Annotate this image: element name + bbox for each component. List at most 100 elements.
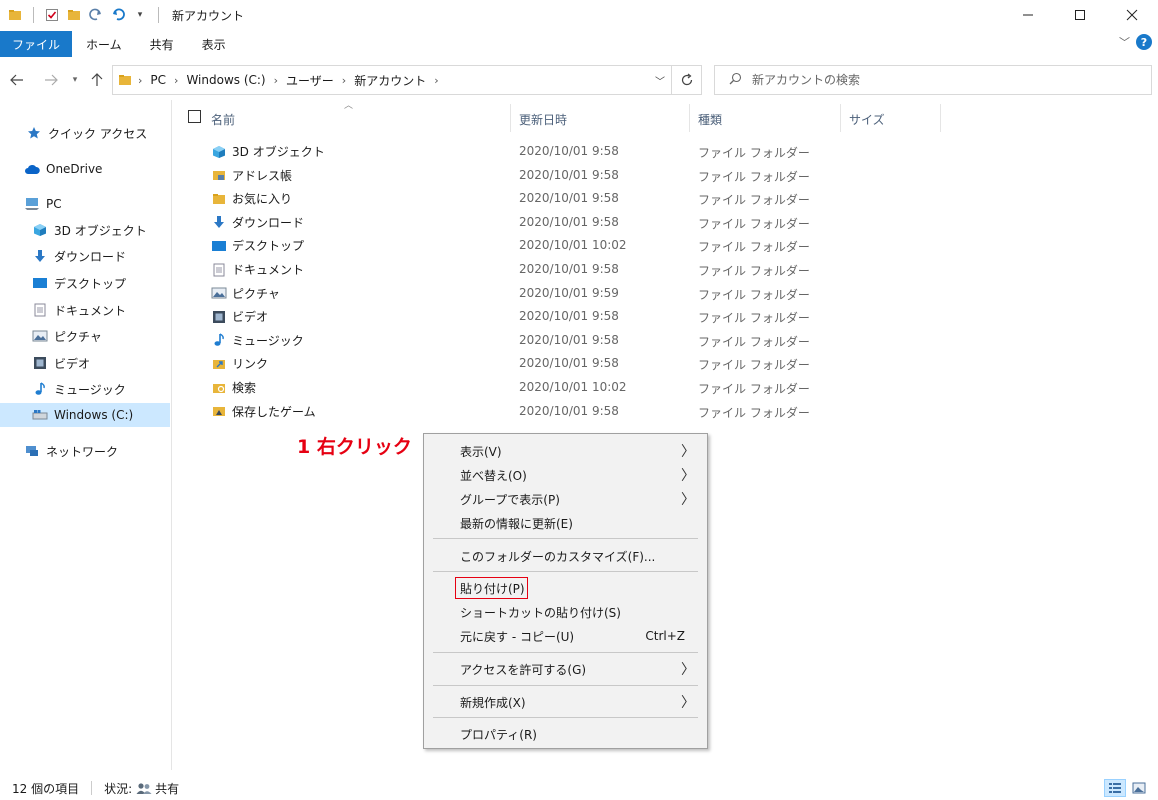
- menu-item-undo[interactable]: 元に戻す - コピー(U) Ctrl+Z: [424, 624, 707, 648]
- music-icon: [32, 381, 48, 397]
- nav-windows-c[interactable]: Windows (C:): [0, 403, 170, 427]
- table-row[interactable]: ピクチャ 2020/10/01 9:59 ファイル フォルダー: [211, 282, 811, 305]
- 3d-objects-icon: [32, 222, 48, 238]
- customize-toolbar-icon[interactable]: ▾: [131, 6, 149, 24]
- nav-pictures[interactable]: ピクチャ: [32, 324, 102, 348]
- file-date: 2020/10/01 9:58: [519, 144, 619, 158]
- music-icon: [211, 332, 227, 348]
- recent-locations-icon[interactable]: ▾: [66, 70, 84, 90]
- column-header-size[interactable]: サイズ: [849, 106, 885, 132]
- forward-button[interactable]: [42, 70, 60, 90]
- ribbon-right-controls: ﹀ ?: [1119, 34, 1152, 50]
- menu-item-paste-shortcut[interactable]: ショートカットの貼り付け(S): [424, 600, 707, 624]
- nav-quick-access[interactable]: クイック アクセス: [26, 121, 147, 145]
- column-header-name[interactable]: 名前: [211, 106, 235, 132]
- menu-item-customize[interactable]: このフォルダーのカスタマイズ(F)...: [424, 544, 707, 568]
- nav-3d-objects[interactable]: 3D オブジェクト: [32, 218, 147, 242]
- nav-documents[interactable]: ドキュメント: [32, 298, 126, 322]
- expand-ribbon-icon[interactable]: ﹀: [1119, 34, 1130, 50]
- menu-item-give-access[interactable]: アクセスを許可する(G) 〉: [424, 657, 707, 681]
- back-button[interactable]: [8, 70, 26, 90]
- table-row[interactable]: 検索 2020/10/01 10:02 ファイル フォルダー: [211, 376, 811, 399]
- table-row[interactable]: 保存したゲーム 2020/10/01 9:58 ファイル フォルダー: [211, 400, 811, 423]
- documents-icon: [32, 302, 48, 318]
- menu-item-group[interactable]: グループで表示(P) 〉: [424, 487, 707, 511]
- desktop-icon: [211, 238, 227, 254]
- column-divider: [689, 104, 690, 132]
- table-row[interactable]: アドレス帳 2020/10/01 9:58 ファイル フォルダー: [211, 164, 811, 187]
- nav-videos[interactable]: ビデオ: [32, 351, 90, 375]
- nav-downloads[interactable]: ダウンロード: [32, 244, 126, 268]
- menu-item-label: このフォルダーのカスタマイズ(F)...: [460, 549, 656, 564]
- file-type: ファイル フォルダー: [698, 169, 810, 184]
- table-row[interactable]: デスクトップ 2020/10/01 10:02 ファイル フォルダー: [211, 234, 811, 257]
- nav-label: ミュージック: [54, 382, 126, 397]
- column-header-date[interactable]: 更新日時: [519, 106, 567, 132]
- file-name: 3D オブジェクト: [232, 145, 325, 159]
- table-row[interactable]: ビデオ 2020/10/01 9:58 ファイル フォルダー: [211, 305, 811, 328]
- properties-icon[interactable]: [43, 6, 61, 24]
- search-box[interactable]: [714, 65, 1152, 95]
- menu-item-new[interactable]: 新規作成(X) 〉: [424, 690, 707, 714]
- breadcrumb-current[interactable]: 新アカウント: [354, 72, 426, 89]
- minimize-button[interactable]: [1002, 0, 1054, 30]
- nav-network[interactable]: ネットワーク: [24, 439, 118, 463]
- contacts-icon: [211, 167, 227, 183]
- tab-share[interactable]: 共有: [136, 31, 188, 57]
- menu-item-refresh[interactable]: 最新の情報に更新(E): [424, 511, 707, 535]
- table-row[interactable]: ダウンロード 2020/10/01 9:58 ファイル フォルダー: [211, 211, 811, 234]
- maximize-button[interactable]: [1054, 0, 1106, 30]
- details-view-button[interactable]: [1104, 779, 1126, 797]
- file-date: 2020/10/01 9:58: [519, 167, 619, 182]
- file-type: ファイル フォルダー: [698, 382, 810, 396]
- redo-icon[interactable]: [87, 6, 105, 24]
- breadcrumb-drive[interactable]: Windows (C:): [186, 73, 265, 87]
- new-folder-icon[interactable]: [65, 6, 83, 24]
- select-all-checkbox[interactable]: [188, 110, 201, 123]
- file-type: ファイル フォルダー: [698, 264, 810, 278]
- breadcrumb-users[interactable]: ユーザー: [286, 72, 334, 89]
- quick-access-toolbar: ▾ 新アカウント: [0, 0, 244, 30]
- table-row[interactable]: リンク 2020/10/01 9:58 ファイル フォルダー: [211, 352, 811, 375]
- search-input[interactable]: [752, 73, 1112, 87]
- up-button[interactable]: [88, 70, 106, 90]
- file-name: デスクトップ: [232, 239, 305, 254]
- address-bar[interactable]: › PC › Windows (C:) › ユーザー › 新アカウント › ﹀: [112, 65, 672, 95]
- chevron-down-icon[interactable]: ﹀: [655, 73, 665, 88]
- close-button[interactable]: [1106, 0, 1158, 30]
- tab-view[interactable]: 表示: [188, 31, 240, 57]
- help-icon[interactable]: ?: [1136, 34, 1152, 50]
- tab-file[interactable]: ファイル: [0, 31, 73, 57]
- shared-status: 共有: [155, 781, 180, 796]
- nav-desktop[interactable]: デスクトップ: [32, 271, 126, 295]
- table-row[interactable]: 3D オブジェクト 2020/10/01 9:58 ファイル フォルダー: [211, 140, 811, 163]
- links-icon: [211, 356, 227, 372]
- table-row[interactable]: お気に入り 2020/10/01 9:58 ファイル フォルダー: [211, 187, 811, 210]
- nav-music[interactable]: ミュージック: [32, 377, 126, 401]
- large-icons-view-button[interactable]: [1128, 779, 1150, 797]
- breadcrumb-pc[interactable]: PC: [150, 73, 166, 87]
- table-row[interactable]: ドキュメント 2020/10/01 9:58 ファイル フォルダー: [211, 258, 811, 281]
- undo-icon[interactable]: [109, 6, 127, 24]
- menu-item-paste[interactable]: 貼り付け(P): [424, 576, 707, 600]
- refresh-button[interactable]: [672, 65, 702, 95]
- menu-item-label: 表示(V): [460, 444, 502, 459]
- nav-onedrive[interactable]: OneDrive: [24, 157, 102, 181]
- file-explorer-window: ▾ 新アカウント ファイル ホーム 共有 表示 ﹀ ? ▾ › PC › Win…: [0, 0, 1158, 800]
- table-row[interactable]: ミュージック 2020/10/01 9:58 ファイル フォルダー: [211, 329, 811, 352]
- tab-home[interactable]: ホーム: [72, 31, 136, 57]
- menu-item-properties[interactable]: プロパティ(R): [424, 722, 707, 746]
- chevron-right-icon: ›: [341, 73, 347, 87]
- file-name-cell: 3D オブジェクト: [211, 143, 325, 160]
- menu-item-view[interactable]: 表示(V) 〉: [424, 439, 707, 463]
- item-count: 12 個の項目: [12, 781, 80, 796]
- network-icon: [24, 443, 40, 459]
- chevron-right-icon: 〉: [681, 662, 695, 678]
- nav-pc[interactable]: PC: [24, 192, 62, 216]
- menu-item-sort[interactable]: 並べ替え(O) 〉: [424, 463, 707, 487]
- chevron-right-icon: 〉: [681, 492, 695, 508]
- column-header-type[interactable]: 種類: [698, 106, 722, 132]
- breadcrumb: › PC › Windows (C:) › ユーザー › 新アカウント ›: [138, 72, 439, 89]
- column-divider: [510, 104, 511, 132]
- favorites-icon: [211, 191, 227, 207]
